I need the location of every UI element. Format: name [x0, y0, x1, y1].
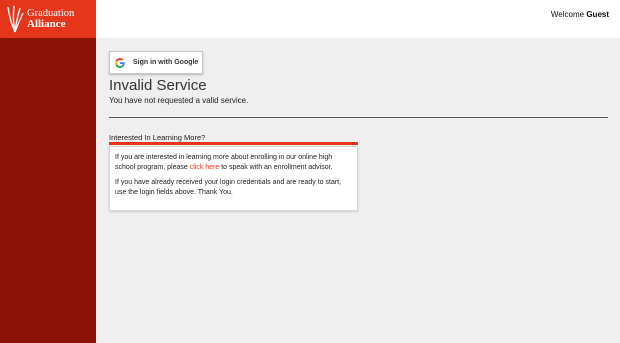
top-bar: Welcome Guest: [96, 0, 620, 38]
info-panel: If you are interested in learning more a…: [109, 146, 358, 211]
info-panel-accent-bar: [109, 142, 358, 145]
google-button-label: Sign in with Google: [133, 59, 199, 66]
error-message: You have not requested a valid service.: [109, 96, 249, 105]
google-g-icon: [115, 57, 125, 68]
info-text-after-link: to speak with an enrollment advisor.: [219, 164, 333, 171]
page-title: Invalid Service: [109, 77, 207, 94]
info-paragraph-2: If you have already received your login …: [115, 179, 342, 196]
welcome-message: Welcome Guest: [551, 10, 609, 19]
google-sign-in-button[interactable]: Sign in with Google: [109, 51, 203, 74]
user-name: Guest: [586, 10, 609, 19]
info-panel-heading: Interested In Learning More?: [109, 133, 206, 142]
welcome-label: Welcome: [550, 10, 585, 19]
logo[interactable]: Graduation Alliance: [0, 0, 96, 38]
info-paragraph-1: If you are interested in learning more a…: [115, 153, 352, 173]
sidebar: [0, 0, 96, 343]
divider: [109, 117, 608, 118]
graduation-alliance-logo-icon: [7, 5, 24, 33]
logo-text: Graduation Alliance: [27, 8, 74, 30]
logo-line2: Alliance: [27, 18, 66, 30]
click-here-link[interactable]: click here: [190, 164, 220, 171]
main-content: Sign in with Google Invalid Service You …: [96, 38, 620, 343]
